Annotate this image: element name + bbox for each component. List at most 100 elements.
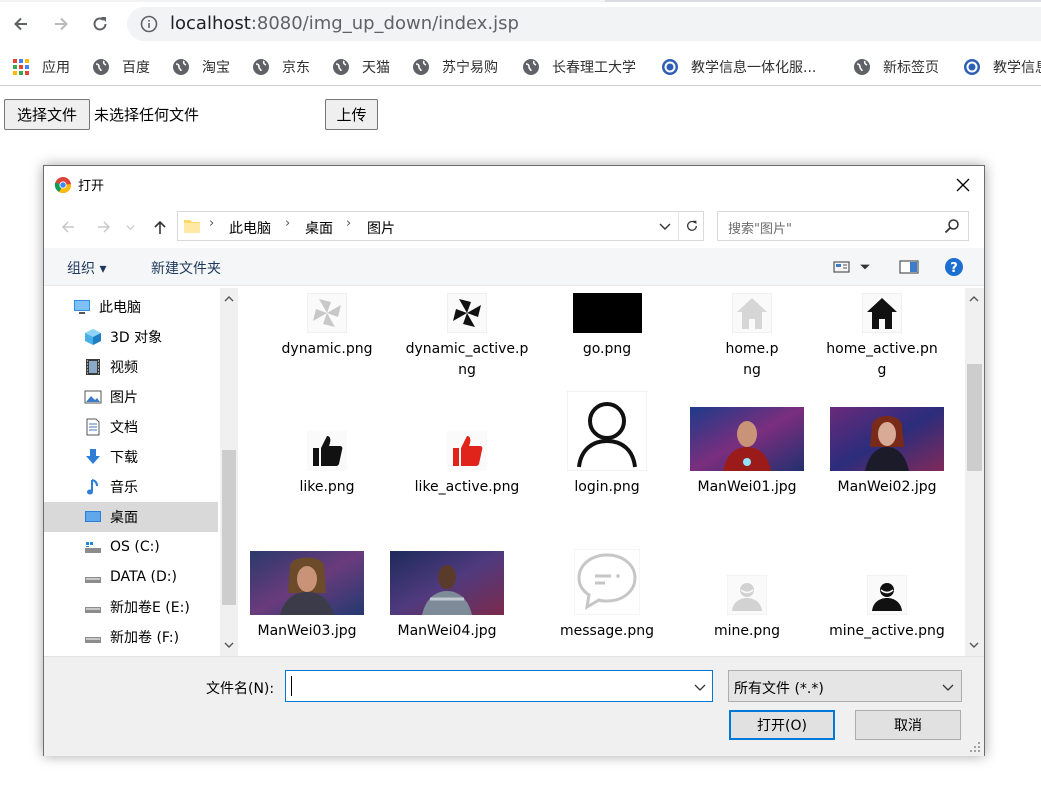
globe-icon [173, 59, 189, 75]
chevron-down-icon [942, 684, 954, 691]
bookmarks-bar: 应用 百度 淘宝 京东 天猫 苏宁易购 长春理工大学 教学信息一体化服... 新… [0, 48, 1041, 86]
pinwheel-black-icon [447, 293, 487, 333]
file-item[interactable]: dynamic.png [262, 292, 392, 360]
file-item[interactable]: go.png [542, 292, 672, 360]
scroll-down-icon[interactable] [223, 639, 235, 651]
view-options-icon[interactable] [832, 257, 852, 277]
file-item[interactable]: ManWei01.jpg [677, 390, 817, 498]
file-item[interactable]: like.png [262, 390, 392, 498]
breadcrumb[interactable]: › 此电脑 › 桌面 › 图片 [177, 211, 704, 241]
globe-icon [333, 59, 349, 75]
chevron-down-icon[interactable] [657, 218, 673, 234]
refresh-button[interactable] [678, 212, 704, 240]
nav-item-drive-c[interactable]: OS (C:) [44, 532, 218, 562]
bookmark-label: 教学信息一体化服... [691, 60, 817, 76]
nav-item-music[interactable]: 音乐 [44, 472, 218, 502]
bookmark-suning[interactable]: 苏宁易购 [412, 56, 498, 78]
bookmark-teaching-info[interactable]: 教学信息 [963, 56, 1041, 78]
file-list-scrollbar[interactable] [965, 288, 984, 656]
nav-item-label: 音乐 [110, 480, 138, 496]
like-black-icon [307, 431, 347, 471]
bookmark-new-tab[interactable]: 新标签页 [853, 56, 939, 78]
file-thumbnail [817, 575, 957, 615]
open-button[interactable]: 打开(O) [729, 710, 835, 740]
file-thumbnail [722, 292, 782, 333]
forward-button[interactable] [47, 10, 75, 38]
upload-button[interactable]: 上传 [325, 99, 378, 130]
nav-item-this-pc[interactable]: 此电脑 [44, 292, 218, 322]
file-type-select[interactable]: 所有文件 (*.*) [728, 670, 962, 702]
nav-item-pictures[interactable]: 图片 [44, 382, 218, 412]
resize-grip-icon[interactable] [969, 741, 981, 753]
nav-item-drive-d[interactable]: DATA (D:) [44, 562, 218, 592]
filename-input[interactable] [289, 674, 689, 698]
dialog-forward-button[interactable] [94, 217, 114, 237]
organize-menu[interactable]: 组织 ▾ [67, 258, 106, 278]
cancel-button[interactable]: 取消 [855, 710, 961, 740]
dialog-title-bar: 打开 [54, 175, 104, 194]
scroll-down-icon[interactable] [968, 639, 980, 651]
file-item[interactable]: login.png [542, 390, 672, 498]
forward-arrow-icon [55, 17, 68, 31]
bookmark-taobao[interactable]: 淘宝 [172, 56, 230, 78]
file-item[interactable]: ManWei04.jpg [377, 551, 517, 642]
file-item[interactable]: ManWei03.jpg [241, 551, 377, 642]
chevron-down-icon[interactable] [693, 680, 707, 694]
preview-pane-icon[interactable] [899, 257, 919, 277]
nav-item-drive-f[interactable]: 新加卷 (F:) [44, 622, 218, 652]
nav-pane-scrollbar[interactable] [220, 288, 238, 656]
music-icon [87, 479, 98, 495]
bookmark-tmall[interactable]: 天猫 [332, 56, 390, 78]
new-folder-button[interactable]: 新建文件夹 [151, 258, 221, 278]
3d-objects-icon [85, 329, 101, 345]
nav-item-documents[interactable]: 文档 [44, 412, 218, 442]
back-button[interactable] [7, 10, 35, 38]
file-item[interactable]: mine_active.png [817, 575, 957, 642]
nav-item-downloads[interactable]: 下载 [44, 442, 218, 472]
scrollbar-thumb[interactable] [222, 450, 236, 605]
file-item[interactable]: home.png [722, 292, 782, 381]
address-bar[interactable]: localhost:8080/img_up_down/index.jsp [127, 7, 1041, 41]
nav-item-label: 新加卷E (E:) [110, 600, 190, 616]
nav-item-label: 视频 [110, 360, 138, 376]
nav-item-drive-e[interactable]: 新加卷E (E:) [44, 592, 218, 622]
help-icon[interactable]: ? [944, 257, 964, 277]
bookmark-label: 京东 [282, 60, 310, 76]
recent-locations-dropdown[interactable] [124, 217, 136, 237]
file-thumbnail [677, 390, 817, 471]
bookmark-apps[interactable]: 应用 [12, 56, 70, 78]
no-file-chosen-text: 未选择任何文件 [94, 106, 200, 124]
bookmark-jd[interactable]: 京东 [252, 56, 310, 78]
nav-item-3d-objects[interactable]: 3D 对象 [44, 322, 218, 352]
dialog-close-button[interactable] [950, 172, 976, 198]
bookmark-cust[interactable]: 长春理工大学 [522, 56, 636, 78]
nav-item-label: OS (C:) [110, 539, 160, 555]
chevron-down-icon[interactable] [859, 257, 871, 277]
scroll-up-icon[interactable] [223, 293, 235, 305]
file-item[interactable]: home_active.png [822, 292, 942, 381]
file-item[interactable]: like_active.png [402, 390, 532, 498]
folder-search-input[interactable]: 搜索"图片" [717, 211, 969, 241]
file-item[interactable]: message.png [542, 538, 672, 642]
dialog-back-button[interactable] [58, 217, 78, 237]
documents-icon [86, 418, 100, 436]
reload-button[interactable] [86, 10, 114, 38]
nav-item-videos[interactable]: 视频 [44, 352, 218, 382]
apps-grid-icon [13, 59, 29, 75]
bookmark-teaching-service[interactable]: 教学信息一体化服... [661, 56, 816, 78]
breadcrumb-pictures[interactable]: 图片 [367, 218, 395, 238]
up-one-level-button[interactable] [150, 217, 170, 237]
file-item[interactable]: dynamic_active.png [402, 292, 532, 381]
scrollbar-thumb[interactable] [967, 364, 982, 471]
scroll-up-icon[interactable] [968, 293, 980, 305]
nav-item-desktop[interactable]: 桌面 [44, 502, 218, 532]
choose-file-button[interactable]: 选择文件 [4, 99, 90, 130]
file-item[interactable]: ManWei02.jpg [817, 390, 957, 498]
movie-poster-thumbnail [390, 551, 504, 615]
breadcrumb-this-pc[interactable]: 此电脑 [229, 218, 271, 238]
filename-field[interactable] [285, 670, 713, 702]
breadcrumb-desktop[interactable]: 桌面 [305, 218, 333, 238]
file-item[interactable]: mine.png [677, 575, 817, 642]
site-info-icon[interactable] [140, 15, 158, 33]
bookmark-baidu[interactable]: 百度 [92, 56, 150, 78]
